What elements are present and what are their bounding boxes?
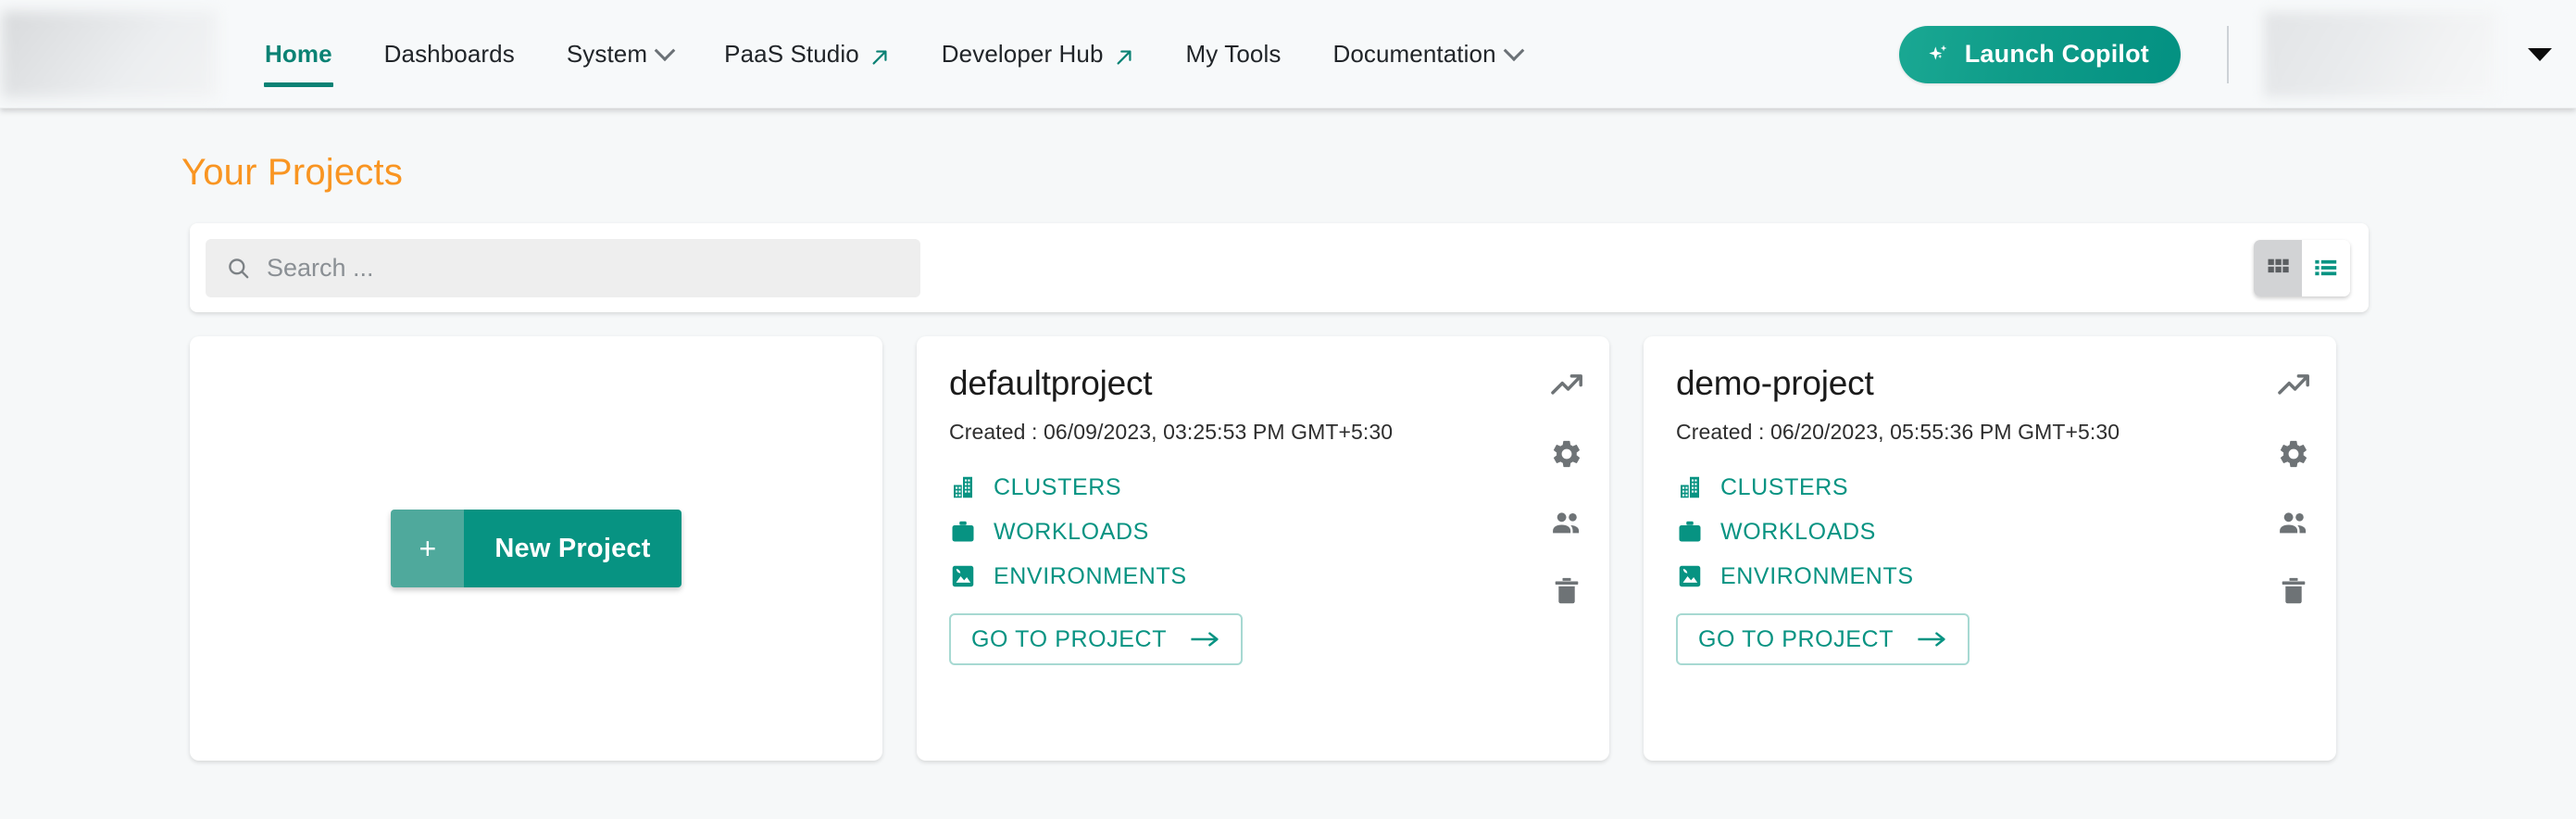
sparkle-icon bbox=[1925, 42, 1951, 68]
clusters-link[interactable]: CLUSTERS bbox=[1676, 473, 1848, 501]
environments-label: ENVIRONMENTS bbox=[1720, 562, 1914, 589]
nav-item-dashboards[interactable]: Dashboards bbox=[358, 0, 541, 108]
list-view-button[interactable] bbox=[2302, 239, 2350, 296]
environments-link[interactable]: ENVIRONMENTS bbox=[1676, 562, 1914, 590]
trending-up-icon[interactable] bbox=[1548, 367, 1585, 404]
briefcase-icon bbox=[949, 518, 977, 546]
new-project-card: + New Project bbox=[190, 336, 882, 761]
image-icon bbox=[1676, 562, 1704, 590]
nav-item-label: My Tools bbox=[1185, 40, 1282, 68]
trash-icon[interactable] bbox=[2275, 573, 2312, 610]
project-quick-links: CLUSTERS WORKLOADS ENVIRONMENTS bbox=[1676, 473, 2336, 590]
workloads-label: WORKLOADS bbox=[994, 518, 1149, 545]
project-card-body: defaultproject Created : 06/09/2023, 03:… bbox=[917, 336, 1609, 665]
go-to-project-button[interactable]: GO TO PROJECT bbox=[1676, 613, 1970, 665]
page-title: Your Projects bbox=[181, 152, 404, 193]
grid-view-button[interactable] bbox=[2254, 239, 2302, 296]
search-input[interactable] bbox=[267, 253, 900, 283]
workloads-link[interactable]: WORKLOADS bbox=[1676, 518, 1876, 546]
go-to-project-label: GO TO PROJECT bbox=[1698, 625, 1894, 652]
clusters-label: CLUSTERS bbox=[994, 473, 1122, 500]
image-icon bbox=[949, 562, 977, 590]
go-to-project-label: GO TO PROJECT bbox=[971, 625, 1168, 652]
launch-copilot-button[interactable]: Launch Copilot bbox=[1898, 25, 2181, 83]
workloads-label: WORKLOADS bbox=[1720, 518, 1876, 545]
nav-item-developer-hub[interactable]: Developer Hub bbox=[916, 0, 1160, 108]
company-logo[interactable] bbox=[2, 10, 217, 98]
launch-copilot-label: Launch Copilot bbox=[1964, 40, 2149, 68]
clusters-link[interactable]: CLUSTERS bbox=[949, 473, 1121, 501]
main-content: Your Projects Search ... + New Project d… bbox=[0, 152, 2576, 761]
project-created-timestamp: Created : 06/09/2023, 03:25:53 PM GMT+5:… bbox=[949, 420, 1394, 444]
people-icon[interactable] bbox=[1548, 504, 1585, 541]
main-navigation: Home Dashboards System PaaS Studio Devel… bbox=[239, 0, 1547, 108]
project-cards-grid: + New Project defaultproject Created : 0… bbox=[190, 336, 2576, 761]
external-link-icon bbox=[869, 45, 890, 66]
list-icon bbox=[2313, 255, 2339, 281]
app-header: Home Dashboards System PaaS Studio Devel… bbox=[0, 0, 2576, 108]
nav-item-my-tools[interactable]: My Tools bbox=[1160, 0, 1307, 108]
nav-item-label: Developer Hub bbox=[941, 40, 1104, 68]
new-project-button[interactable]: + New Project bbox=[391, 510, 682, 587]
environments-link[interactable]: ENVIRONMENTS bbox=[949, 562, 1187, 590]
plus-icon: + bbox=[391, 510, 465, 587]
chevron-down-icon bbox=[654, 39, 676, 61]
project-created-timestamp: Created : 06/20/2023, 05:55:36 PM GMT+5:… bbox=[1676, 420, 2120, 444]
project-name: defaultproject bbox=[949, 364, 1153, 402]
clusters-label: CLUSTERS bbox=[1720, 473, 1849, 500]
gear-icon[interactable] bbox=[2275, 435, 2312, 472]
arrow-right-icon bbox=[1189, 629, 1220, 649]
new-project-label: New Project bbox=[464, 510, 682, 587]
gear-icon[interactable] bbox=[1548, 435, 1585, 472]
projects-toolbar bbox=[190, 223, 2369, 312]
project-card-body: demo-project Created : 06/20/2023, 05:55… bbox=[1644, 336, 2336, 665]
nav-item-system[interactable]: System bbox=[541, 0, 698, 108]
trash-icon[interactable] bbox=[1548, 573, 1585, 610]
trending-up-icon[interactable] bbox=[2275, 367, 2312, 404]
environments-label: ENVIRONMENTS bbox=[994, 562, 1187, 589]
nav-item-label: Dashboards bbox=[383, 40, 515, 68]
people-icon[interactable] bbox=[2275, 504, 2312, 541]
go-to-project-button[interactable]: GO TO PROJECT bbox=[949, 613, 1244, 665]
search-box[interactable] bbox=[206, 238, 920, 297]
grid-icon bbox=[2265, 255, 2291, 281]
view-mode-toggle bbox=[2254, 239, 2350, 296]
project-card: defaultproject Created : 06/09/2023, 03:… bbox=[917, 336, 1609, 761]
active-tab-underline bbox=[264, 82, 333, 87]
nav-item-label: Home bbox=[265, 40, 332, 68]
nav-item-documentation[interactable]: Documentation bbox=[1307, 0, 1546, 108]
external-link-icon bbox=[1114, 45, 1134, 66]
nav-item-label: Documentation bbox=[1332, 40, 1496, 68]
project-card-actions bbox=[1548, 367, 1585, 610]
building-icon bbox=[949, 473, 977, 501]
nav-item-label: PaaS Studio bbox=[724, 40, 859, 68]
project-card: demo-project Created : 06/20/2023, 05:55… bbox=[1644, 336, 2336, 761]
header-right-section: Launch Copilot bbox=[1898, 0, 2576, 108]
project-card-actions bbox=[2275, 367, 2312, 610]
nav-item-paas-studio[interactable]: PaaS Studio bbox=[698, 0, 916, 108]
building-icon bbox=[1676, 473, 1704, 501]
briefcase-icon bbox=[1676, 518, 1704, 546]
user-menu-caret-icon[interactable] bbox=[2528, 47, 2552, 61]
user-name-display[interactable] bbox=[2264, 11, 2496, 97]
header-divider bbox=[2227, 25, 2229, 83]
search-icon bbox=[226, 256, 251, 281]
nav-item-home[interactable]: Home bbox=[239, 0, 358, 108]
project-name: demo-project bbox=[1676, 364, 1874, 402]
nav-item-label: System bbox=[566, 40, 648, 68]
project-quick-links: CLUSTERS WORKLOADS ENVIRONMENTS bbox=[949, 473, 1609, 590]
workloads-link[interactable]: WORKLOADS bbox=[949, 518, 1149, 546]
chevron-down-icon bbox=[1503, 39, 1524, 61]
arrow-right-icon bbox=[1916, 629, 1947, 649]
